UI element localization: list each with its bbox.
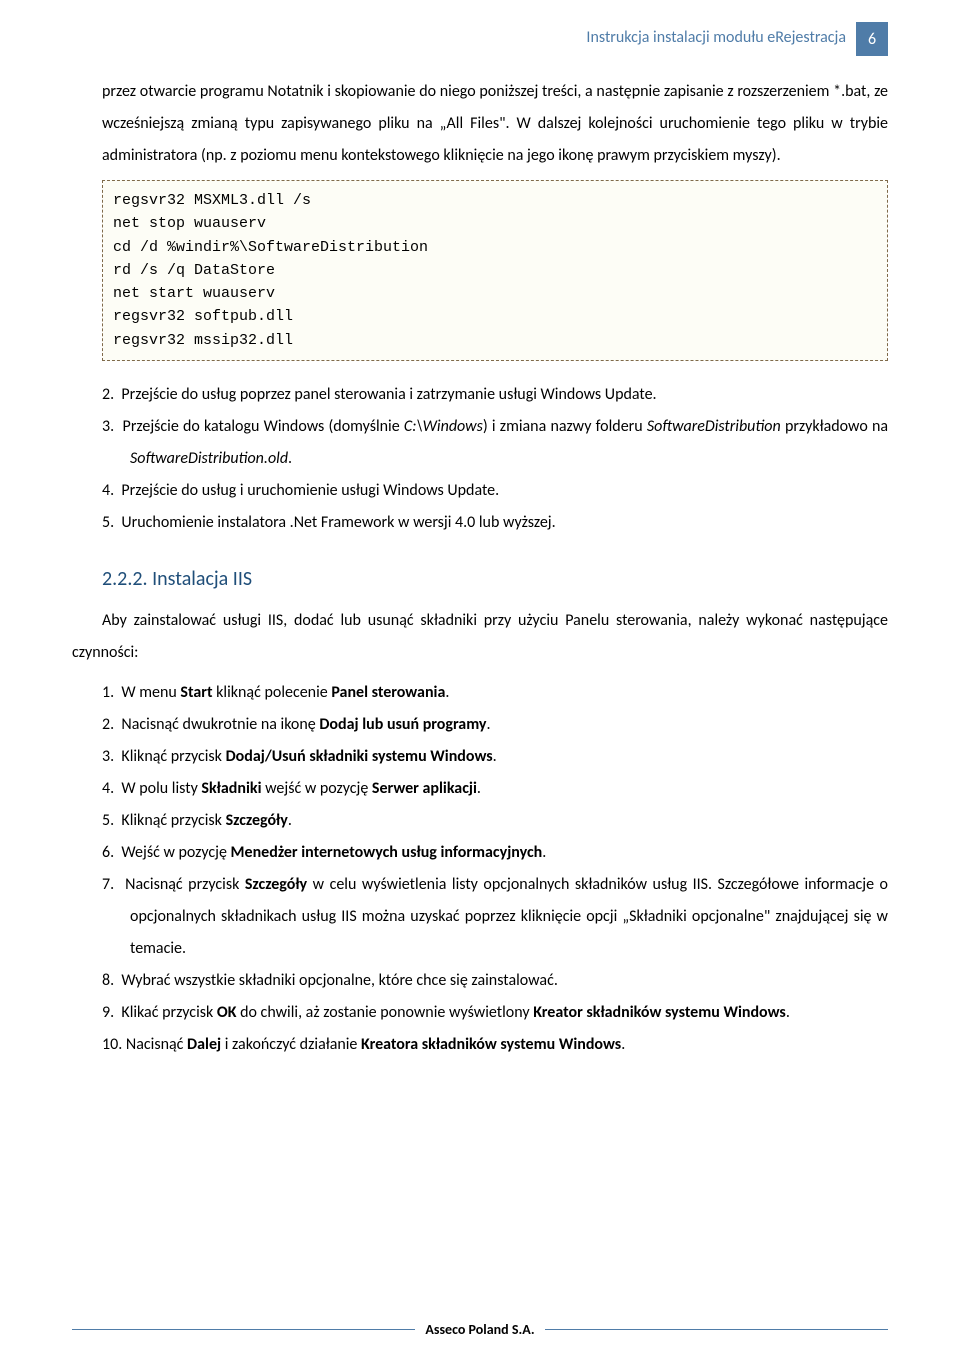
list-item: 2. Przejście do usług poprzez panel ster… [102, 379, 888, 411]
list-item: 3. Kliknąć przycisk Dodaj/Usuń składniki… [102, 741, 888, 773]
code-line: regsvr32 MSXML3.dll /s [113, 192, 311, 209]
code-line: net start wuauserv [113, 285, 275, 302]
footer-text: Asseco Poland S.A. [415, 1321, 544, 1338]
code-block: regsvr32 MSXML3.dll /s net stop wuauserv… [102, 180, 888, 361]
code-line: regsvr32 mssip32.dll [113, 332, 293, 349]
page: Instrukcja instalacji modułu eRejestracj… [0, 0, 960, 1350]
list-item: 8. Wybrać wszystkie składniki opcjonalne… [102, 965, 888, 997]
code-line: net stop wuauserv [113, 215, 266, 232]
header-title: Instrukcja instalacji modułu eRejestracj… [586, 22, 846, 56]
page-footer: Asseco Poland S.A. [72, 1321, 888, 1338]
list-item: 5. Uruchomienie instalatora .Net Framewo… [102, 507, 888, 539]
section-number: 2.2.2. [102, 567, 148, 591]
list-item: 5. Kliknąć przycisk Szczegóły. [102, 805, 888, 837]
list-item: 3. Przejście do katalogu Windows (domyśl… [102, 411, 888, 475]
footer-line-left [72, 1329, 415, 1330]
list-item: 7. Nacisnąć przycisk Szczegóły w celu wy… [102, 869, 888, 965]
list-item: 10. Nacisnąć Dalej i zakończyć działanie… [102, 1029, 888, 1061]
code-line: regsvr32 softpub.dll [113, 308, 293, 325]
steps-list-b: 1. W menu Start kliknąć polecenie Panel … [72, 677, 888, 1061]
list-item: 1. W menu Start kliknąć polecenie Panel … [102, 677, 888, 709]
list-item: 4. Przejście do usług i uruchomienie usł… [102, 475, 888, 507]
footer-line-right [545, 1329, 888, 1330]
section-heading: 2.2.2. Instalacja IIS [102, 567, 888, 591]
code-line: cd /d %windir%\SoftwareDistribution [113, 239, 428, 256]
code-line: rd /s /q DataStore [113, 262, 275, 279]
page-header: Instrukcja instalacji modułu eRejestracj… [72, 22, 888, 56]
page-number-badge: 6 [856, 22, 888, 56]
intro-paragraph: przez otwarcie programu Notatnik i skopi… [102, 76, 888, 172]
section-title: Instalacja IIS [152, 567, 252, 591]
section-intro: Aby zainstalować usługi IIS, dodać lub u… [72, 605, 888, 669]
list-item: 4. W polu listy Składniki wejść w pozycj… [102, 773, 888, 805]
list-item: 9. Klikać przycisk OK do chwili, aż zost… [102, 997, 888, 1029]
steps-list-a: 2. Przejście do usług poprzez panel ster… [72, 379, 888, 539]
list-item: 6. Wejść w pozycję Menedżer internetowyc… [102, 837, 888, 869]
list-item: 2. Nacisnąć dwukrotnie na ikonę Dodaj lu… [102, 709, 888, 741]
